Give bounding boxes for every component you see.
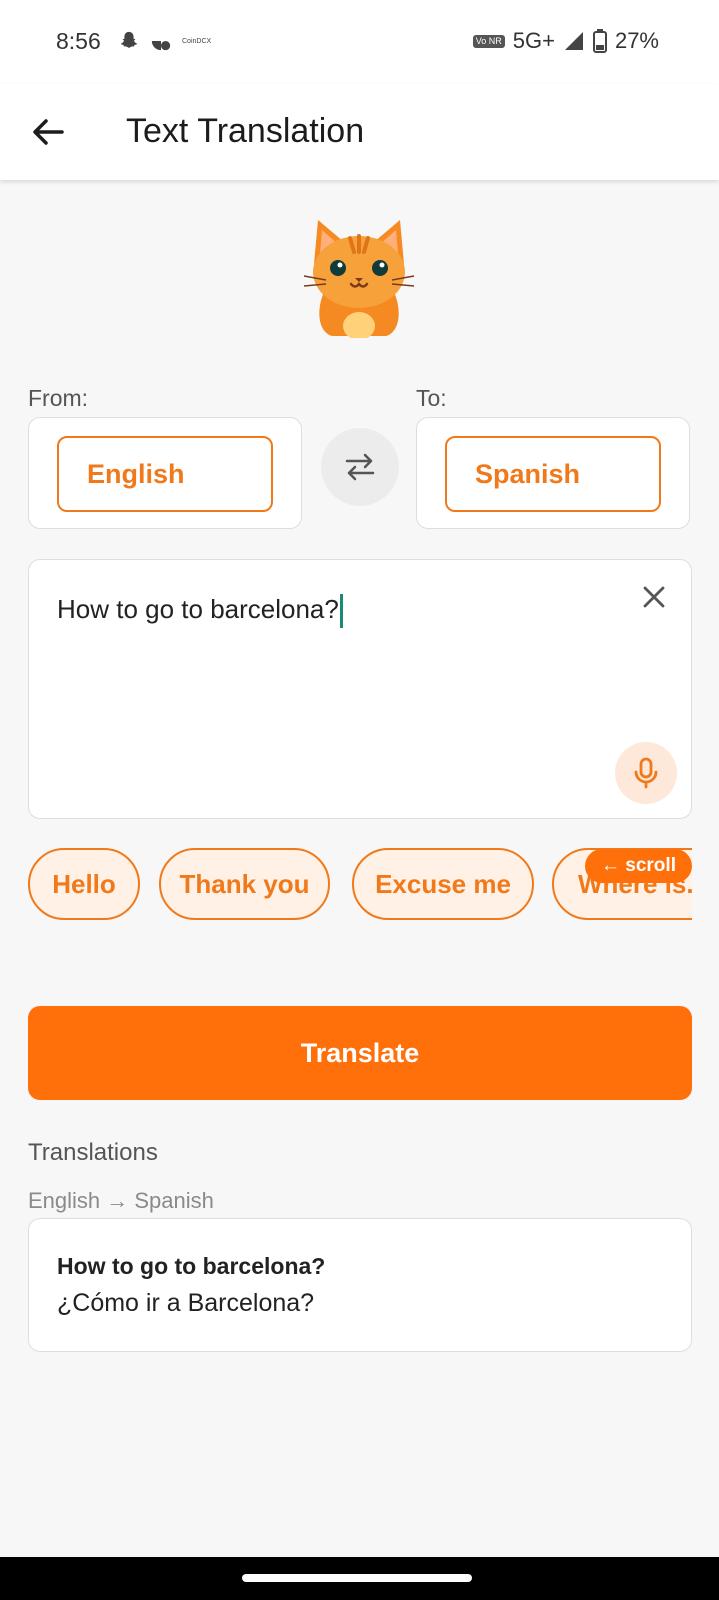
from-language-button[interactable]: English (57, 436, 273, 512)
chip-thank-you[interactable]: Thank you (159, 848, 330, 920)
system-nav-bar (0, 1557, 719, 1600)
translation-target: ¿Cómo ir a Barcelona? (57, 1289, 315, 1317)
battery-percent: 27% (614, 28, 659, 53)
status-time: 8:56 (56, 28, 101, 54)
battery-icon (592, 29, 607, 53)
network-type: 5G+ (512, 28, 555, 53)
text-cursor (339, 594, 343, 629)
to-language-card: Spanish (416, 417, 690, 529)
page-title: Text Translation (126, 112, 365, 150)
close-icon[interactable] (639, 582, 669, 612)
coindcx-icon: CoinDCX (182, 37, 212, 45)
home-gesture-handle[interactable] (242, 1574, 472, 1582)
input-value: How to go to barcelona? (57, 594, 339, 624)
status-bar: 8:56 CoinDCX Vo NR 5G+ 27% (0, 0, 719, 84)
notification-icons: CoinDCX (118, 30, 211, 52)
swap-languages-button[interactable] (321, 428, 399, 506)
to-label: To: (416, 385, 447, 411)
app-icon (151, 31, 171, 51)
to-language-button[interactable]: Spanish (445, 436, 661, 512)
status-right: Vo NR 5G+ 27% (472, 28, 659, 54)
language-pair-label: English → Spanish (28, 1188, 214, 1213)
microphone-icon (634, 757, 658, 789)
cat-mascot-icon (303, 220, 415, 338)
signal-icon (564, 32, 583, 50)
arrow-left-icon[interactable] (28, 112, 68, 152)
text-input[interactable]: How to go to barcelona? (57, 594, 343, 629)
app-bar: Text Translation (0, 84, 719, 180)
translate-button[interactable]: Translate (28, 1006, 692, 1100)
snapchat-icon (120, 31, 138, 48)
from-language-card: English (28, 417, 302, 529)
from-label: From: (28, 385, 89, 411)
microphone-button[interactable] (615, 742, 677, 804)
translation-source: How to go to barcelona? (57, 1253, 326, 1279)
vonr-icon: Vo NR (472, 34, 505, 48)
swap-arrows-icon (345, 453, 375, 481)
chip-excuse-me[interactable]: Excuse me (352, 848, 534, 920)
translations-heading: Translations (28, 1139, 158, 1166)
text-input-card[interactable]: How to go to barcelona? (28, 559, 692, 819)
scroll-hint-badge: ← scroll (585, 849, 692, 883)
chip-hello[interactable]: Hello (28, 848, 140, 920)
translation-result-card: How to go to barcelona? ¿Cómo ir a Barce… (28, 1218, 692, 1352)
